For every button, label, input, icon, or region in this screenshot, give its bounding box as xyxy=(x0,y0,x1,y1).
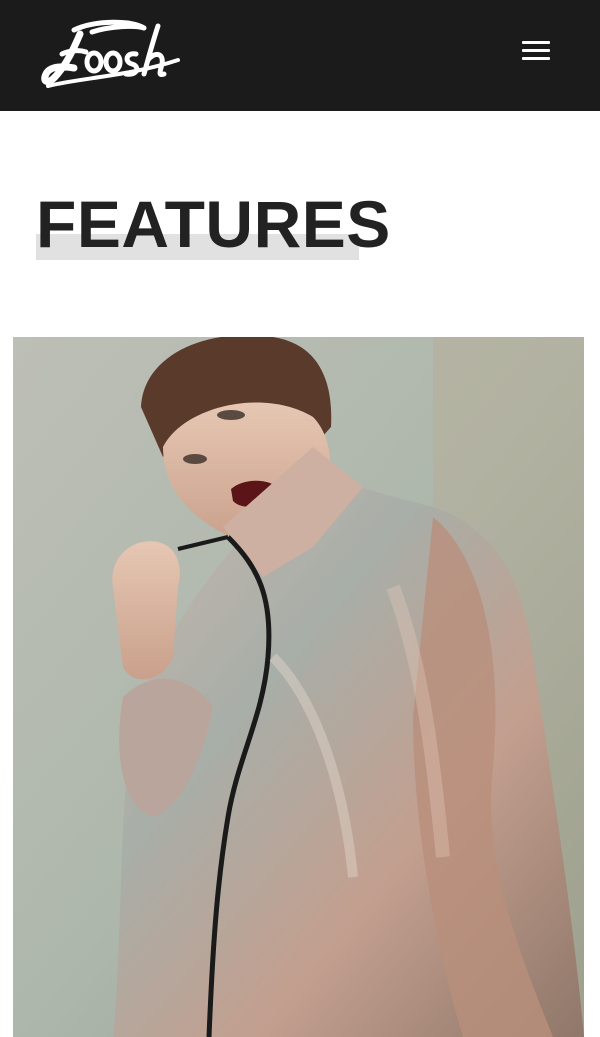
foosh-logo-icon xyxy=(41,19,180,88)
foosh-logo[interactable] xyxy=(40,16,190,94)
menu-bar-middle xyxy=(522,49,550,52)
feature-photo[interactable] xyxy=(13,337,584,1037)
feature-photo-illustration xyxy=(13,337,584,1037)
features-heading-block: FEATURES xyxy=(36,188,391,260)
menu-bar-bottom xyxy=(522,57,550,60)
menu-bar-top xyxy=(522,41,550,44)
hamburger-menu-button[interactable] xyxy=(520,36,554,66)
site-header xyxy=(0,0,600,111)
page-title: FEATURES xyxy=(36,187,391,261)
